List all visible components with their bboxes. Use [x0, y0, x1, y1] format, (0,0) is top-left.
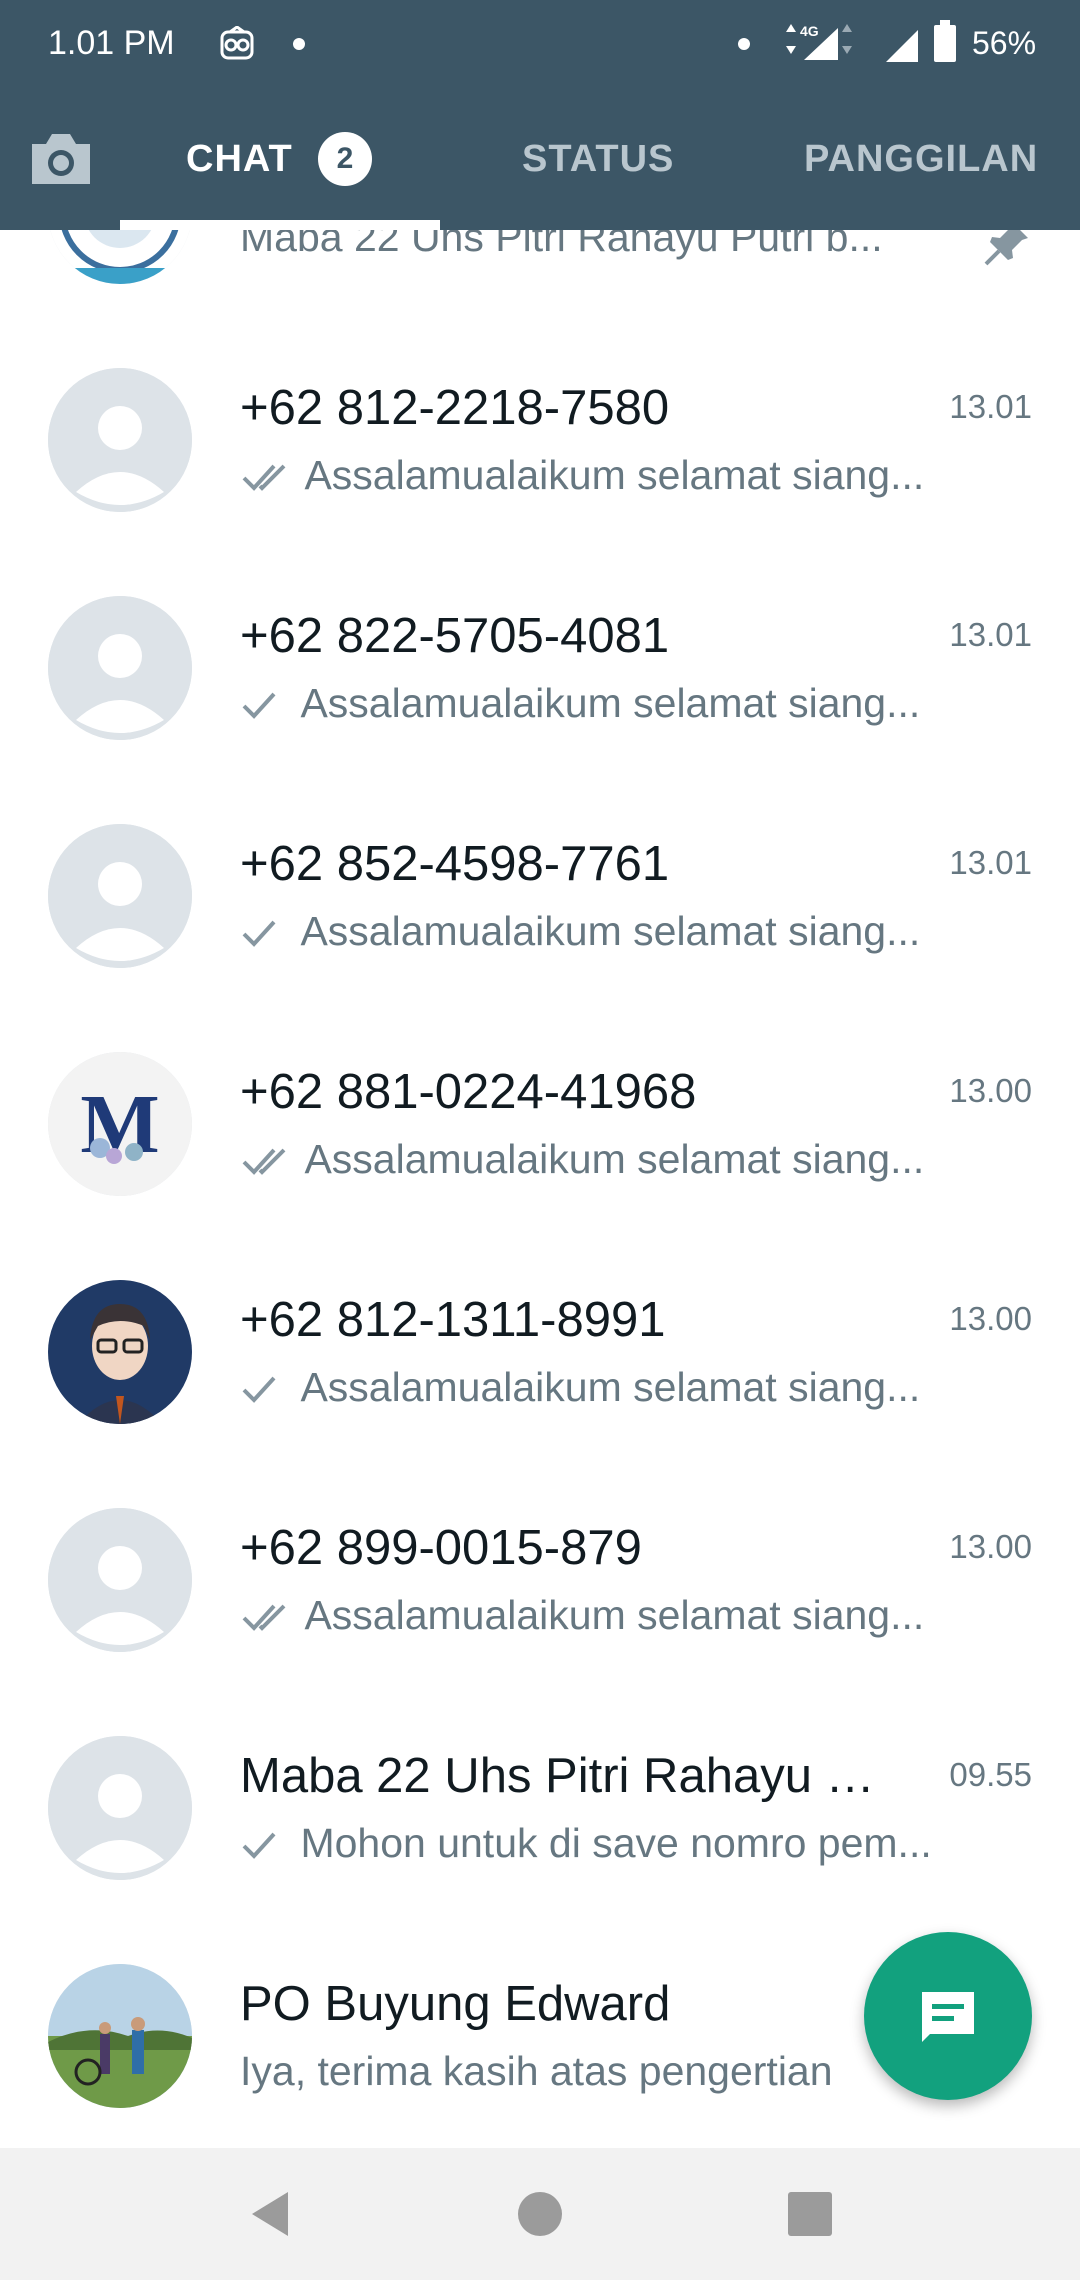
chat-preview: Assalamualaikum selamat siang...: [240, 1592, 1000, 1652]
single-tick-icon: [242, 1832, 276, 1859]
avatar: [48, 596, 192, 740]
chat-row[interactable]: +62 812-2218-7580 13.01 Assalamualaikum …: [0, 340, 1080, 568]
avatar: M: [48, 1052, 192, 1196]
chat-name: +62 899-0015-879: [240, 1521, 642, 1575]
signal-4g-icon: 4G: [786, 23, 852, 60]
camera-icon[interactable]: [26, 128, 96, 190]
avatar: [48, 368, 192, 512]
chat-row[interactable]: +62 812-1311-8991 13.00 Assalamualaikum …: [0, 1252, 1080, 1480]
tab-bar: CHAT 2 STATUS PANGGILAN: [0, 110, 1080, 230]
unread-badge: 2: [318, 132, 372, 186]
double-tick-icon: [242, 1604, 286, 1631]
double-tick-icon: [242, 1148, 286, 1175]
avatar: [48, 230, 192, 284]
chat-preview: Assalamualaikum selamat siang...: [240, 908, 1000, 968]
avatar: [48, 1280, 192, 1424]
battery-icon: [934, 20, 956, 62]
system-nav-bar: [0, 2148, 1080, 2280]
chat-time: 09.55: [949, 1756, 1032, 1793]
tab-status[interactable]: STATUS: [522, 138, 674, 181]
chat-preview: Mohon untuk di save nomro pem...: [240, 1820, 1000, 1880]
chat-list: Maba 22 Uhs Pitri Rahayu Putri b... +62 …: [0, 230, 1080, 2148]
new-chat-button[interactable]: [864, 1932, 1032, 2100]
preview-text: Assalamualaikum selamat siang...: [300, 680, 921, 726]
chat-name: +62 822-5705-4081: [240, 609, 670, 663]
chat-preview: Assalamualaikum selamat siang...: [240, 452, 1000, 512]
chat-name: +62 812-1311-8991: [240, 1293, 666, 1347]
chat-name: PO Buyung Edward: [240, 1977, 671, 2031]
chat-row[interactable]: Maba 22 Uhs Pitri Rahayu Putri b...: [0, 230, 1080, 340]
preview-text: Maba 22 Uhs Pitri Rahayu Putri b...: [240, 230, 883, 260]
chat-preview: Maba 22 Uhs Pitri Rahayu Putri b...: [240, 230, 1000, 274]
chat-preview: Assalamualaikum selamat siang...: [240, 680, 1000, 740]
app-header: 1.01 PM 4G 56% CHAT 2 STATUS PANGGILAN: [0, 0, 1080, 230]
preview-text: Assalamualaikum selamat siang...: [300, 1364, 921, 1410]
recent-apps-icon[interactable]: [780, 2184, 840, 2244]
notification-dot: [293, 38, 305, 50]
status-time: 1.01 PM: [48, 24, 175, 62]
tab-chat[interactable]: CHAT: [186, 138, 293, 181]
chat-preview: Assalamualaikum selamat siang...: [240, 1364, 1000, 1424]
preview-text: Mohon untuk di save nomro pem...: [300, 1820, 932, 1866]
preview-text: Iya, terima kasih atas pengertian: [240, 2048, 833, 2094]
chat-time: 13.01: [949, 388, 1032, 425]
chat-time: 13.00: [949, 1528, 1032, 1565]
active-tab-indicator: [120, 220, 440, 230]
double-tick-icon: [242, 464, 286, 491]
chat-time: 13.01: [949, 616, 1032, 653]
avatar: [48, 1736, 192, 1880]
chat-name: Maba 22 Uhs Pitri Rahayu P...: [240, 1749, 880, 1803]
chat-time: 13.00: [949, 1072, 1032, 1109]
chat-row[interactable]: +62 822-5705-4081 13.01 Assalamualaikum …: [0, 568, 1080, 796]
single-tick-icon: [242, 692, 276, 719]
single-tick-icon: [242, 920, 276, 947]
chat-name: +62 812-2218-7580: [240, 381, 670, 435]
chat-row[interactable]: +62 899-0015-879 13.00 Assalamualaikum s…: [0, 1480, 1080, 1708]
preview-text: Assalamualaikum selamat siang...: [304, 452, 925, 498]
signal-icon: [886, 30, 918, 62]
chat-time: 13.00: [949, 1300, 1032, 1337]
avatar: [48, 1964, 192, 2108]
chat-name: +62 852-4598-7761: [240, 837, 670, 891]
home-icon[interactable]: [510, 2184, 570, 2244]
single-tick-icon: [242, 1376, 276, 1403]
pin-icon: [984, 230, 1028, 266]
preview-text: Assalamualaikum selamat siang...: [304, 1136, 925, 1182]
chat-row[interactable]: M +62 881-0224-41968 13.00 Assalamualaik…: [0, 1024, 1080, 1252]
avatar: [48, 1508, 192, 1652]
notification-app-icon: [220, 26, 254, 60]
avatar: [48, 824, 192, 968]
chat-row[interactable]: +62 852-4598-7761 13.01 Assalamualaikum …: [0, 796, 1080, 1024]
new-chat-icon: [922, 1992, 974, 2042]
chat-time: 13.01: [949, 844, 1032, 881]
notification-dot: [738, 38, 750, 50]
battery-level: 56%: [972, 25, 1037, 61]
preview-text: Assalamualaikum selamat siang...: [300, 908, 921, 954]
preview-text: Assalamualaikum selamat siang...: [304, 1592, 925, 1638]
chat-row[interactable]: Maba 22 Uhs Pitri Rahayu P... 09.55 Moho…: [0, 1708, 1080, 1936]
status-bar: 1.01 PM 4G 56%: [0, 0, 1080, 90]
tab-calls[interactable]: PANGGILAN: [804, 138, 1038, 181]
back-icon[interactable]: [240, 2184, 300, 2244]
chat-preview: Assalamualaikum selamat siang...: [240, 1136, 1000, 1196]
chat-name: +62 881-0224-41968: [240, 1065, 697, 1119]
svg-text:4G: 4G: [800, 23, 819, 39]
